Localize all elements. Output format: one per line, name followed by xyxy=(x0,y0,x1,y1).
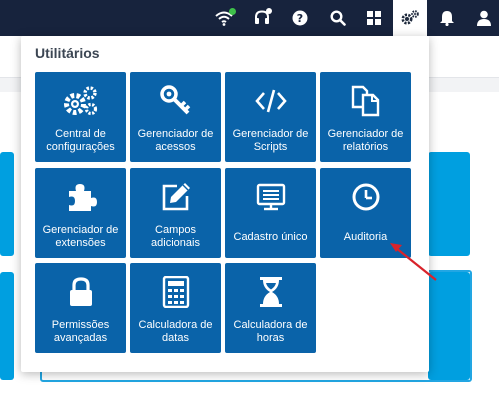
tile-label: Gerenciador de Scripts xyxy=(232,128,309,153)
dashboard-card[interactable] xyxy=(0,152,14,256)
tile-calculadora-de-datas[interactable]: Calculadora de datas xyxy=(130,263,221,353)
tile-cadastro-unico[interactable]: Cadastro único xyxy=(225,168,316,258)
headset-status-dot xyxy=(266,8,272,14)
tile-auditoria[interactable]: Auditoria xyxy=(320,168,411,258)
list-card-icon xyxy=(225,181,316,213)
lock-icon xyxy=(35,276,126,308)
tile-gerenciador-de-relatorios[interactable]: Gerenciador de relatórios xyxy=(320,72,411,162)
dashboard-card[interactable] xyxy=(428,272,470,380)
wifi-icon[interactable] xyxy=(207,0,241,36)
key-icon xyxy=(130,85,221,117)
copy-documents-icon xyxy=(320,85,411,117)
bell-icon[interactable] xyxy=(430,0,464,36)
hourglass-icon xyxy=(225,276,316,308)
popup-title: Utilitários xyxy=(35,45,100,61)
help-icon[interactable]: ? xyxy=(283,0,317,36)
tile-label: Cadastro único xyxy=(233,230,308,243)
code-icon xyxy=(225,85,316,117)
tile-label: Calculadora de datas xyxy=(138,319,213,344)
top-navigation-bar: ? xyxy=(0,0,499,36)
headset-icon[interactable] xyxy=(245,0,279,36)
tile-calculadora-de-horas[interactable]: Calculadora de horas xyxy=(225,263,316,353)
utilities-popup: Utilitários Central de configurações Ger xyxy=(21,36,429,372)
tile-gerenciador-de-extensoes[interactable]: Gerenciador de extensões xyxy=(35,168,126,258)
apps-grid-icon[interactable] xyxy=(357,0,391,36)
dashboard-card[interactable] xyxy=(428,152,470,256)
tile-permissoes-avancadas[interactable]: Permissões avançadas xyxy=(35,263,126,353)
online-status-dot xyxy=(229,8,236,15)
tile-label: Calculadora de horas xyxy=(233,319,308,344)
tile-gerenciador-de-acessos[interactable]: Gerenciador de acessos xyxy=(130,72,221,162)
help-glyph: ? xyxy=(297,12,303,25)
tile-label: Central de configurações xyxy=(46,128,115,153)
tile-label: Campos adicionais xyxy=(151,224,200,249)
cogs-icon xyxy=(35,85,126,117)
calculator-icon xyxy=(130,276,221,308)
tile-label: Gerenciador de relatórios xyxy=(327,128,404,153)
edit-icon xyxy=(130,181,221,213)
tile-campos-adicionais[interactable]: Campos adicionais xyxy=(130,168,221,258)
tile-label: Gerenciador de extensões xyxy=(42,224,119,249)
user-icon[interactable] xyxy=(467,0,499,36)
search-icon[interactable] xyxy=(321,0,355,36)
tile-gerenciador-de-scripts[interactable]: Gerenciador de Scripts xyxy=(225,72,316,162)
tile-central-de-configuracoes[interactable]: Central de configurações xyxy=(35,72,126,162)
tile-label: Auditoria xyxy=(343,230,388,243)
tile-label: Permissões avançadas xyxy=(51,319,110,344)
dashboard-card[interactable] xyxy=(0,272,14,380)
tile-label: Gerenciador de acessos xyxy=(137,128,214,153)
puzzle-icon xyxy=(35,181,126,213)
clock-icon xyxy=(320,181,411,213)
